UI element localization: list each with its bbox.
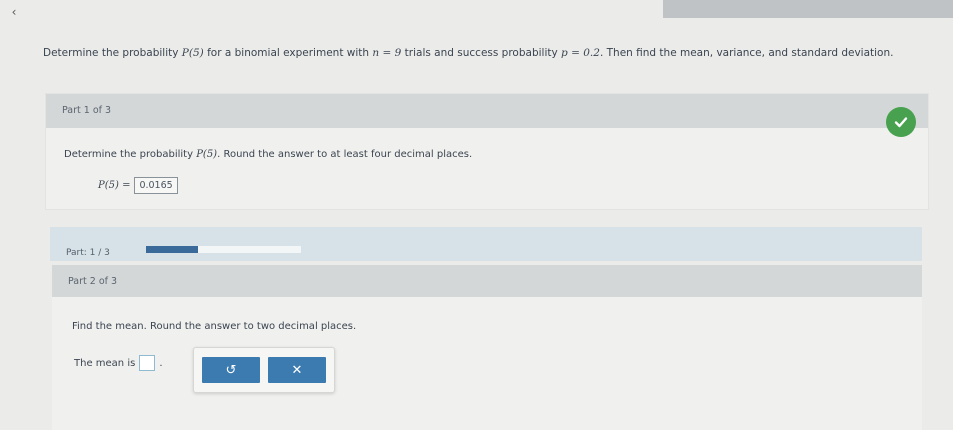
part1-answer-prefix: P(5) = (98, 180, 131, 191)
clear-button[interactable]: ✕ (268, 357, 326, 383)
answer-button-panel: ↺ ✕ (193, 347, 335, 393)
mean-period: . (159, 357, 163, 369)
part1-header: Part 1 of 3 (46, 94, 928, 128)
part1-question-text-1: Determine the probability (64, 149, 197, 160)
part2-header: Part 2 of 3 (52, 265, 922, 297)
part1-panel: Part 1 of 3 Determine the probability P(… (45, 93, 929, 210)
undo-button[interactable]: ↺ (202, 357, 260, 383)
part1-question: Determine the probability P(5). Round th… (64, 149, 472, 160)
close-icon: ✕ (291, 362, 303, 378)
part1-question-p5: P(5) (196, 149, 218, 160)
problem-p: p = 0.2 (561, 47, 600, 59)
part1-question-text-2: . Round the answer to at least four deci… (217, 149, 473, 160)
problem-statement: Determine the probability P(5) for a bin… (43, 46, 903, 61)
part2-panel: Part 2 of 3 Find the mean. Round the ans… (52, 265, 922, 430)
problem-n: n = 9 (372, 47, 402, 59)
mean-label: The mean is (74, 357, 136, 369)
undo-icon: ↺ (225, 362, 237, 378)
top-status-bar (663, 0, 953, 18)
part1-answer-field[interactable]: 0.0165 (134, 177, 178, 194)
mean-input[interactable] (139, 355, 156, 371)
progress-label: Part: 1 / 3 (66, 248, 110, 258)
problem-text-2: for a binomial experiment with (203, 47, 373, 59)
mean-row: The mean is . (74, 355, 163, 371)
problem-p5: P(5) (181, 47, 204, 59)
part1-answer-row: P(5) = 0.0165 (98, 177, 178, 194)
check-icon (886, 107, 916, 137)
part2-label: Part 2 of 3 (68, 276, 118, 287)
problem-text-1: Determine the probability (43, 47, 182, 59)
problem-text-3: trials and success probability (401, 47, 562, 59)
progress-strip: Part: 1 / 3 (50, 227, 922, 261)
part2-question: Find the mean. Round the answer to two d… (72, 321, 357, 332)
back-arrow-icon[interactable]: ‹ (8, 6, 20, 18)
progress-bar-fill (146, 246, 198, 253)
progress-bar (146, 246, 301, 253)
problem-text-4: . Then find the mean, variance, and stan… (599, 47, 894, 59)
part1-label: Part 1 of 3 (62, 105, 112, 116)
